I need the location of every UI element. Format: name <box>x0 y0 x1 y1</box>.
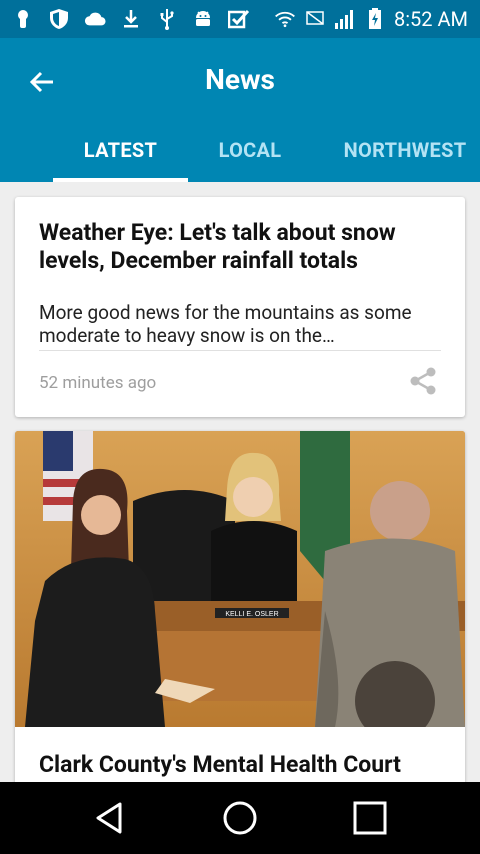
status-system-icons: 8:52 AM <box>274 7 468 31</box>
cloud-icon <box>84 8 106 30</box>
article-card[interactable]: Weather Eye: Let's talk about snow level… <box>15 197 465 417</box>
android-icon <box>192 8 214 30</box>
shield-icon <box>48 8 70 30</box>
news-feed[interactable]: Weather Eye: Let's talk about snow level… <box>0 182 480 782</box>
tab-bar: LATEST LOCAL NORTHWEST <box>0 118 480 182</box>
signal-icon <box>334 8 356 30</box>
article-headline[interactable]: Weather Eye: Let's talk about snow level… <box>39 219 441 275</box>
status-time: 8:52 AM <box>393 7 468 31</box>
share-button[interactable] <box>407 365 439 397</box>
tab-local[interactable]: LOCAL <box>200 118 300 182</box>
courtroom-photo: KELLI E. OSLER <box>15 431 465 727</box>
no-sim-icon <box>304 8 326 30</box>
app-bar: News LATEST LOCAL NORTHWEST <box>0 38 480 182</box>
location-pin-icon <box>12 8 34 30</box>
nav-recents-button[interactable] <box>350 798 390 838</box>
article-summary: More good news for the mountains as some… <box>39 301 412 347</box>
checkbox-icon <box>228 8 250 30</box>
nav-recents-icon <box>353 801 387 835</box>
battery-charging-icon <box>364 8 386 30</box>
status-notification-icons <box>12 8 250 30</box>
wifi-icon <box>274 8 296 30</box>
status-bar: 8:52 AM <box>0 0 480 38</box>
article-card[interactable]: KELLI E. OSLER Clark County's Mental Hea… <box>15 431 465 782</box>
nav-home-icon <box>223 801 257 835</box>
page-title: News <box>205 63 275 96</box>
download-icon <box>120 8 142 30</box>
divider <box>39 350 441 351</box>
nav-back-icon <box>96 802 122 834</box>
article-image[interactable]: KELLI E. OSLER <box>15 431 465 727</box>
article-headline[interactable]: Clark County's Mental Health Court <box>39 751 441 778</box>
usb-icon <box>156 8 178 30</box>
article-timestamp: 52 minutes ago <box>39 373 157 393</box>
nameplate-text: KELLI E. OSLER <box>225 611 278 618</box>
nav-home-button[interactable] <box>220 798 260 838</box>
tab-latest[interactable]: LATEST <box>53 118 188 182</box>
tab-northwest[interactable]: NORTHWEST <box>338 118 472 182</box>
navigation-bar <box>0 782 480 854</box>
nav-back-button[interactable] <box>90 798 130 838</box>
share-icon <box>410 367 436 395</box>
